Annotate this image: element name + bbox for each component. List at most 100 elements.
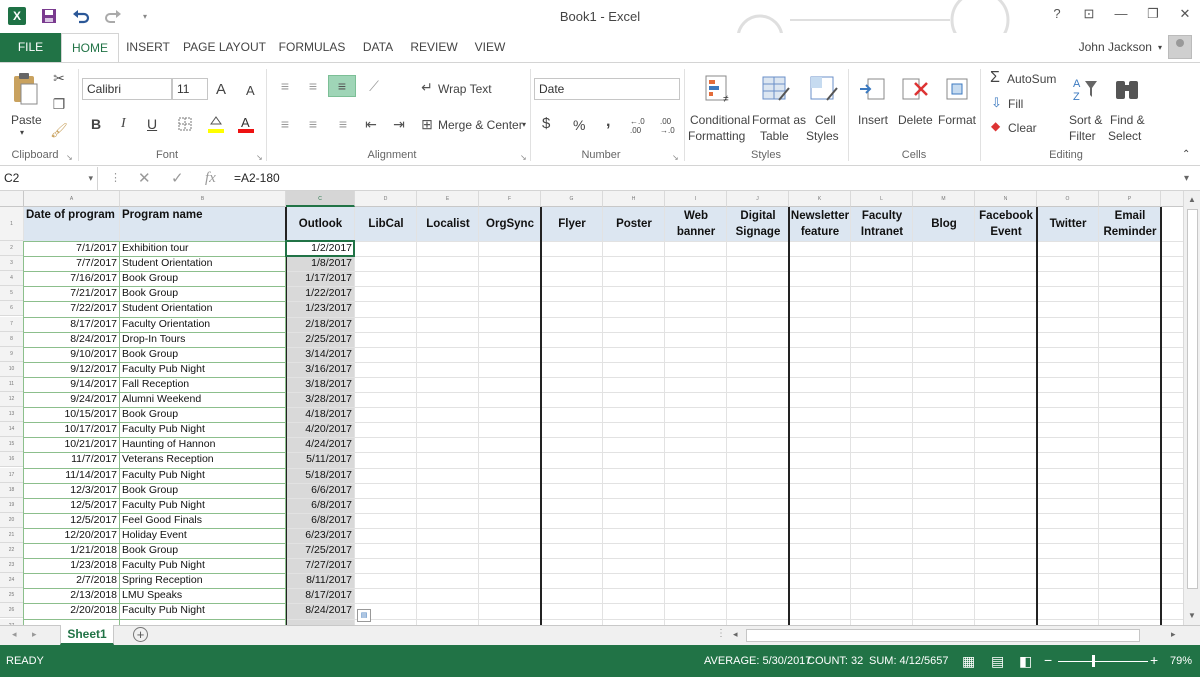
- cell-outlook-date[interactable]: 8/17/2017: [286, 588, 352, 603]
- cell-program-name[interactable]: Book Group: [120, 271, 283, 286]
- increase-indent-icon[interactable]: ⇥: [390, 115, 408, 133]
- cell-program-name[interactable]: Book Group: [120, 347, 283, 362]
- cell-date[interactable]: 11/14/2017: [24, 468, 117, 483]
- restore-button[interactable]: ❐: [1146, 6, 1160, 22]
- cell-outlook-date[interactable]: 6/23/2017: [286, 528, 352, 543]
- cell-date[interactable]: 10/17/2017: [24, 422, 117, 437]
- insert-cells-button[interactable]: Insert: [858, 113, 888, 127]
- orientation-icon[interactable]: ⟋: [364, 77, 384, 95]
- column-header-i[interactable]: I: [665, 191, 727, 207]
- align-top-icon[interactable]: ≡: [276, 77, 294, 95]
- delete-cells-button[interactable]: Delete: [898, 113, 933, 127]
- add-sheet-button[interactable]: +: [133, 627, 148, 642]
- row-header[interactable]: 23: [0, 558, 24, 574]
- dialog-launcher-icon[interactable]: ↘: [256, 153, 263, 162]
- merge-center-button[interactable]: Merge & Center: [438, 118, 523, 132]
- column-header-c[interactable]: C: [286, 191, 355, 207]
- ribbon-display-button[interactable]: ⊡: [1082, 6, 1096, 22]
- cell-outlook-date[interactable]: 2/25/2017: [286, 332, 352, 347]
- cell-program-name[interactable]: Faculty Pub Night: [120, 362, 283, 377]
- vertical-scroll-thumb[interactable]: [1187, 209, 1198, 589]
- cell-program-name[interactable]: Book Group: [120, 407, 283, 422]
- column-title[interactable]: Date of program: [24, 207, 120, 241]
- merge-center-icon[interactable]: ⊞: [418, 115, 436, 133]
- cell-outlook-date[interactable]: 3/16/2017: [286, 362, 352, 377]
- cell-date[interactable]: 7/21/2017: [24, 286, 117, 301]
- column-header-j[interactable]: J: [727, 191, 789, 207]
- align-right-icon[interactable]: ≡: [334, 115, 352, 133]
- binoculars-icon[interactable]: [1112, 73, 1142, 105]
- underline-button[interactable]: U: [147, 116, 157, 132]
- wrap-text-icon[interactable]: ↵: [418, 78, 436, 96]
- cell-date[interactable]: 12/5/2017: [24, 498, 117, 513]
- autosum-icon[interactable]: Σ: [990, 69, 1000, 87]
- cell-outlook-date[interactable]: 1/17/2017: [286, 271, 352, 286]
- cell-outlook-date[interactable]: 2/18/2017: [286, 317, 352, 332]
- column-header-k[interactable]: K: [789, 191, 851, 207]
- formula-input[interactable]: =A2-180: [234, 167, 280, 190]
- cell-styles-icon[interactable]: [808, 73, 840, 105]
- cell-outlook-date[interactable]: 8/24/2017: [286, 603, 352, 618]
- sort-filter-label-2[interactable]: Filter: [1069, 129, 1096, 143]
- cell-program-name[interactable]: Faculty Pub Night: [120, 603, 283, 618]
- enter-icon[interactable]: ✓: [171, 167, 184, 190]
- column-header[interactable]: [1161, 191, 1183, 207]
- cell-program-name[interactable]: LMU Speaks: [120, 588, 283, 603]
- paste-label[interactable]: Paste: [11, 113, 42, 127]
- borders-icon[interactable]: [176, 115, 194, 133]
- column-header-f[interactable]: F: [479, 191, 541, 207]
- fill-button[interactable]: Fill: [1008, 97, 1023, 111]
- cell-outlook-date[interactable]: 3/14/2017: [286, 347, 352, 362]
- row-header[interactable]: 3: [0, 256, 24, 272]
- cell-outlook-date[interactable]: 1/23/2017: [286, 301, 352, 316]
- cell-program-name[interactable]: Faculty Pub Night: [120, 422, 283, 437]
- tab-page-layout[interactable]: PAGE LAYOUT: [182, 33, 267, 62]
- dialog-launcher-icon[interactable]: ↘: [520, 153, 527, 162]
- scroll-right-icon[interactable]: ▸: [1171, 629, 1176, 640]
- find-select-label[interactable]: Find &: [1110, 113, 1145, 127]
- row-header[interactable]: 18: [0, 482, 24, 498]
- name-box[interactable]: C2 ▾: [0, 167, 98, 190]
- cell-date[interactable]: 10/21/2017: [24, 437, 117, 452]
- column-title[interactable]: Localist: [417, 207, 479, 241]
- column-header-o[interactable]: O: [1037, 191, 1099, 207]
- column-title[interactable]: Web banner: [665, 207, 727, 241]
- decrease-decimal-icon[interactable]: .00 →.0: [660, 117, 675, 135]
- cell-outlook-date[interactable]: 6/6/2017: [286, 483, 352, 498]
- number-format-box[interactable]: Date: [534, 78, 680, 100]
- row-header[interactable]: 19: [0, 497, 24, 513]
- column-header-e[interactable]: E: [417, 191, 479, 207]
- cell-date[interactable]: 12/20/2017: [24, 528, 117, 543]
- sort-filter-label[interactable]: Sort &: [1069, 113, 1102, 127]
- cell-styles-label-2[interactable]: Styles: [806, 129, 839, 143]
- row-header[interactable]: 24: [0, 573, 24, 589]
- delete-cells-icon[interactable]: [900, 73, 930, 105]
- cell-outlook-date[interactable]: 6/8/2017: [286, 513, 352, 528]
- help-button[interactable]: ?: [1050, 6, 1064, 22]
- cell-outlook-date[interactable]: 1/22/2017: [286, 286, 352, 301]
- sheet-tab-sheet1[interactable]: Sheet1: [60, 625, 114, 645]
- tab-formulas[interactable]: FORMULAS: [276, 33, 348, 62]
- vertical-scrollbar[interactable]: ▲ ▼: [1183, 191, 1200, 625]
- cell-date[interactable]: 2/20/2018: [24, 603, 117, 618]
- select-all-button[interactable]: [0, 191, 24, 207]
- row-header[interactable]: 14: [0, 422, 24, 438]
- cell-outlook-date[interactable]: 1/2/2017: [286, 241, 352, 256]
- tab-view[interactable]: VIEW: [468, 33, 512, 62]
- cell-program-name[interactable]: Faculty Orientation: [120, 317, 283, 332]
- column-title[interactable]: Flyer: [541, 207, 603, 241]
- column-title[interactable]: Blog: [913, 207, 975, 241]
- quick-analysis-icon[interactable]: ▤: [357, 608, 371, 622]
- row-header[interactable]: 26: [0, 603, 24, 619]
- close-button[interactable]: ✕: [1178, 6, 1192, 22]
- cell-outlook-date[interactable]: 7/25/2017: [286, 543, 352, 558]
- cell-date[interactable]: 9/24/2017: [24, 392, 117, 407]
- zoom-level[interactable]: 79%: [1170, 655, 1192, 667]
- column-title[interactable]: Poster: [603, 207, 665, 241]
- column-header-a[interactable]: A: [24, 191, 120, 207]
- row-header[interactable]: 21: [0, 527, 24, 543]
- column-header-n[interactable]: N: [975, 191, 1037, 207]
- cell-date[interactable]: 7/1/2017: [24, 241, 117, 256]
- horizontal-scroll-thumb[interactable]: [746, 629, 1140, 642]
- conditional-formatting-icon[interactable]: ≠: [702, 73, 734, 105]
